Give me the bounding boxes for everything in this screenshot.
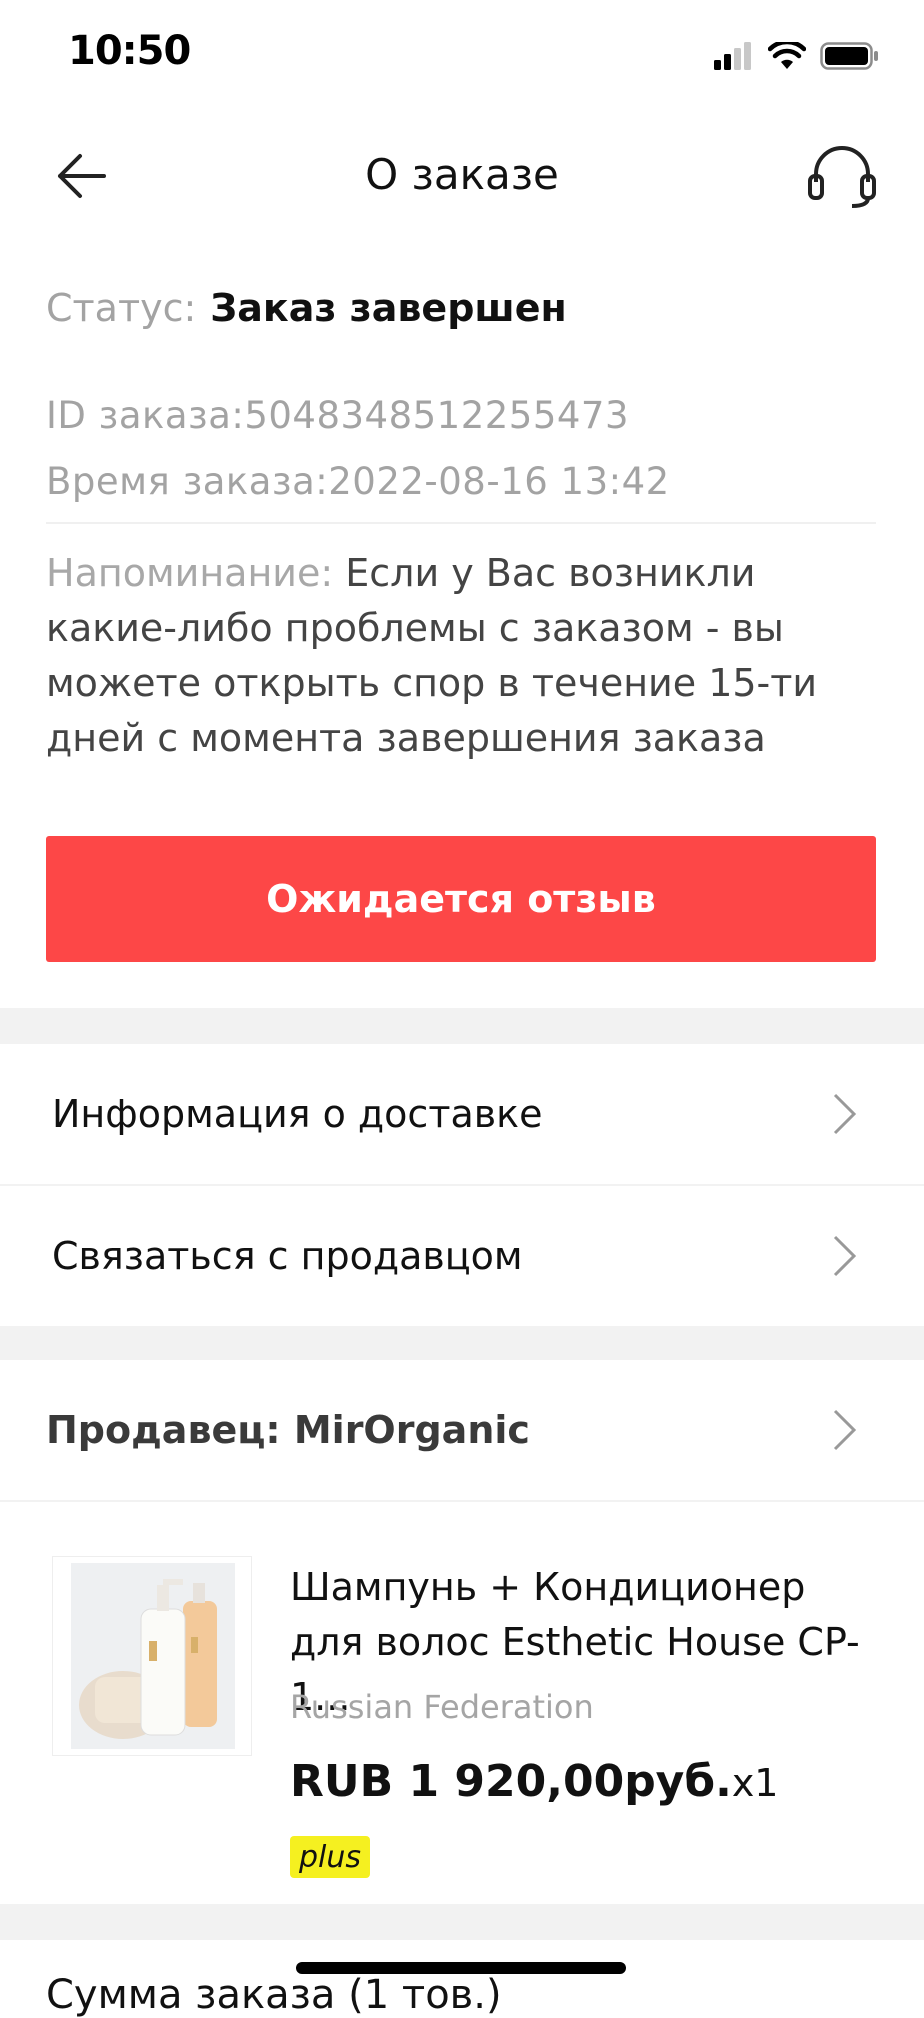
contact-seller-row[interactable]: Связаться с продавцом [0,1186,924,1326]
chevron-right-icon [833,1093,857,1135]
product-price: RUB 1 920,00руб.x1 [290,1756,778,1807]
delivery-info-label: Информация о доставке [52,1092,543,1136]
wifi-icon [768,42,806,69]
row-divider [0,1500,924,1502]
product-image [71,1563,235,1749]
section-separator [0,1326,924,1360]
home-indicator [296,1962,626,1974]
seller-label: Продавец: MirOrganic [46,1408,530,1452]
section-separator [0,1008,924,1044]
reminder-text: Напоминание: Если у Вас возникли какие-л… [46,546,886,766]
divider [46,522,876,524]
status-bar-icons [714,38,880,74]
contact-seller-label: Связаться с продавцом [52,1234,523,1278]
page-title: О заказе [365,150,559,199]
price-value: RUB 1 920,00руб. [290,1756,732,1807]
signal-icon [714,42,751,70]
status-value: Заказ завершен [210,286,567,330]
section-separator [0,1904,924,1940]
order-summary-label: Сумма заказа (1 тов.) [46,1972,502,2018]
order-id: ID заказа:5048348512255473 [46,394,629,437]
order-time: Время заказа:2022-08-16 13:42 [46,460,670,503]
order-status: Статус: Заказ завершен [46,286,567,330]
product-country: Russian Federation [290,1688,594,1726]
plus-badge: plus [290,1836,370,1878]
chevron-right-icon [833,1235,857,1277]
headset-icon[interactable] [806,144,878,210]
reminder-label: Напоминание: [46,551,334,595]
status-bar-time: 10:50 [68,28,191,74]
product-thumbnail[interactable] [52,1556,252,1756]
status-label: Статус: [46,286,197,330]
delivery-info-row[interactable]: Информация о доставке [0,1044,924,1184]
seller-row[interactable]: Продавец: MirOrganic [0,1360,924,1500]
chevron-right-icon [833,1409,857,1451]
awaiting-review-button[interactable]: Ожидается отзыв [46,836,876,962]
product-quantity: x1 [731,1761,779,1805]
battery-icon [820,42,878,70]
